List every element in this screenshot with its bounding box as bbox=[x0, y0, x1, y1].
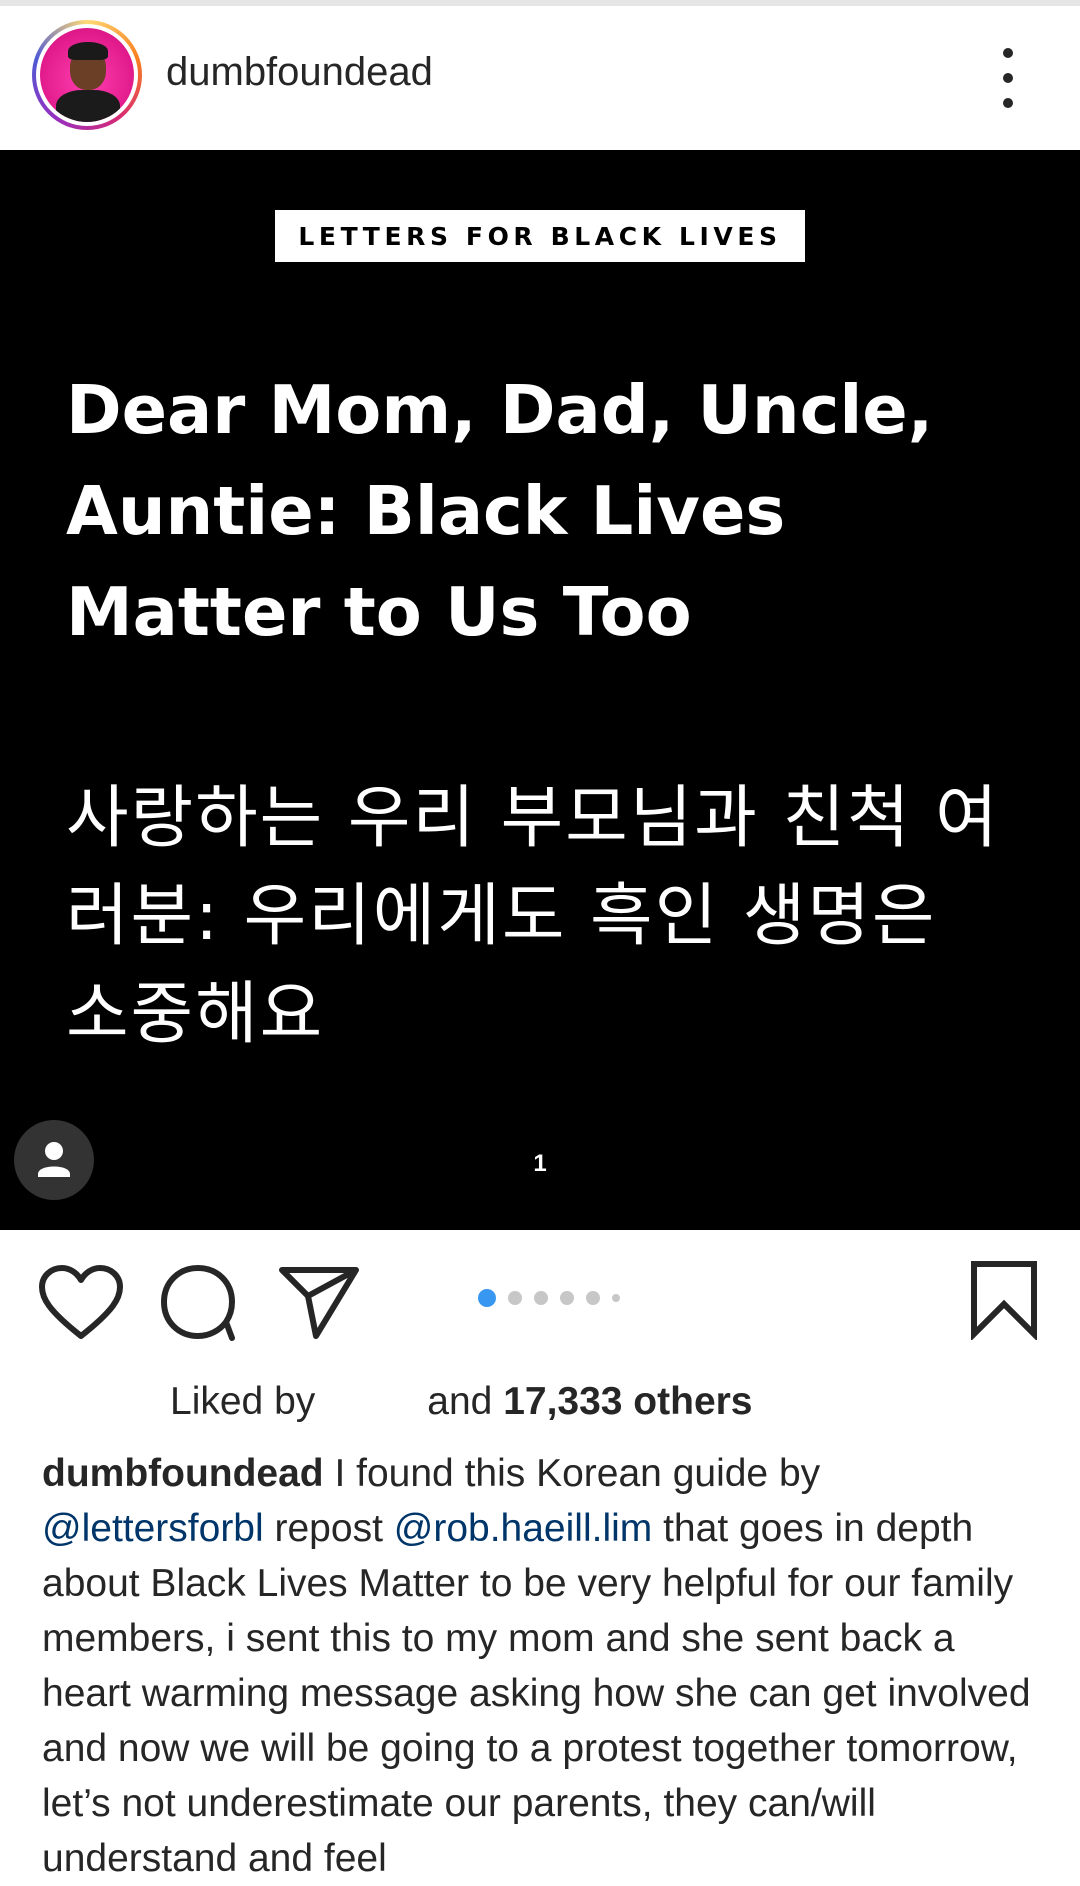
user-tag-glyph bbox=[38, 1142, 70, 1177]
slide-number: 1 bbox=[533, 1150, 547, 1177]
post-headline-korean: 사랑하는 우리 부모님과 친척 여 러분: 우리에게도 흑인 생명은 소중해요 bbox=[66, 770, 1046, 1064]
send-icon[interactable] bbox=[278, 1262, 360, 1342]
carousel-dot-active bbox=[478, 1289, 496, 1307]
caption-text: that goes in depth about Black Lives Mat… bbox=[42, 1507, 1031, 1880]
comment-icon[interactable] bbox=[160, 1264, 238, 1344]
carousel-dot bbox=[508, 1291, 522, 1305]
post-caption: dumbfoundead I found this Korean guide b… bbox=[42, 1446, 1052, 1886]
headline-kr-line: 사랑하는 우리 부모님과 친척 여 bbox=[66, 779, 1000, 858]
action-bar bbox=[0, 1230, 1080, 1360]
likes-count[interactable]: 17,333 others bbox=[503, 1380, 752, 1423]
headline-kr-line: 소중해요 bbox=[66, 975, 325, 1054]
post-header: dumbfoundead bbox=[0, 6, 1080, 150]
caption-mention[interactable]: @lettersforbl bbox=[42, 1507, 264, 1550]
post-banner: LETTERS FOR BLACK LIVES bbox=[275, 210, 805, 262]
likes-summary[interactable]: Liked by and 17,333 others bbox=[170, 1378, 753, 1426]
carousel-dot bbox=[560, 1291, 574, 1305]
headline-line: Matter to Us Too bbox=[66, 573, 692, 651]
avatar-image bbox=[40, 28, 134, 122]
post-username[interactable]: dumbfoundead bbox=[166, 48, 433, 96]
caption-mention[interactable]: @rob.haeill.lim bbox=[394, 1507, 653, 1550]
heart-icon[interactable] bbox=[38, 1264, 124, 1344]
avatar-hair-shape bbox=[68, 42, 108, 60]
user-tag-icon[interactable] bbox=[14, 1120, 94, 1200]
carousel-dot bbox=[612, 1294, 620, 1302]
more-dot bbox=[1003, 98, 1013, 108]
caption-text: repost bbox=[263, 1507, 394, 1550]
headline-line: Auntie: Black Lives bbox=[66, 472, 786, 550]
more-dot bbox=[1003, 73, 1013, 83]
headline-kr-line: 러분: 우리에게도 흑인 생명은 bbox=[66, 877, 937, 956]
bookmark-glyph bbox=[971, 1261, 1037, 1342]
heart-glyph bbox=[39, 1265, 123, 1339]
carousel-dot bbox=[586, 1291, 600, 1305]
headline-line: Dear Mom, Dad, Uncle, bbox=[66, 371, 934, 449]
send-glyph bbox=[279, 1267, 359, 1339]
carousel-dot bbox=[534, 1291, 548, 1305]
carousel-dots bbox=[478, 1288, 620, 1308]
more-dot bbox=[1003, 48, 1013, 58]
bookmark-icon[interactable] bbox=[968, 1260, 1040, 1342]
caption-username[interactable]: dumbfoundead bbox=[42, 1452, 324, 1495]
post-image[interactable]: LETTERS FOR BLACK LIVES Dear Mom, Dad, U… bbox=[0, 150, 1080, 1230]
profile-avatar[interactable] bbox=[32, 20, 142, 130]
avatar-body-shape bbox=[56, 90, 120, 122]
comment-glyph bbox=[161, 1265, 235, 1341]
likes-prefix: Liked by bbox=[170, 1380, 316, 1423]
more-vertical-icon[interactable] bbox=[990, 42, 1026, 114]
caption-text: I found this Korean guide by bbox=[323, 1452, 821, 1495]
likes-middle: and bbox=[427, 1380, 493, 1423]
post-headline: Dear Mom, Dad, Uncle, Auntie: Black Live… bbox=[66, 360, 1056, 663]
